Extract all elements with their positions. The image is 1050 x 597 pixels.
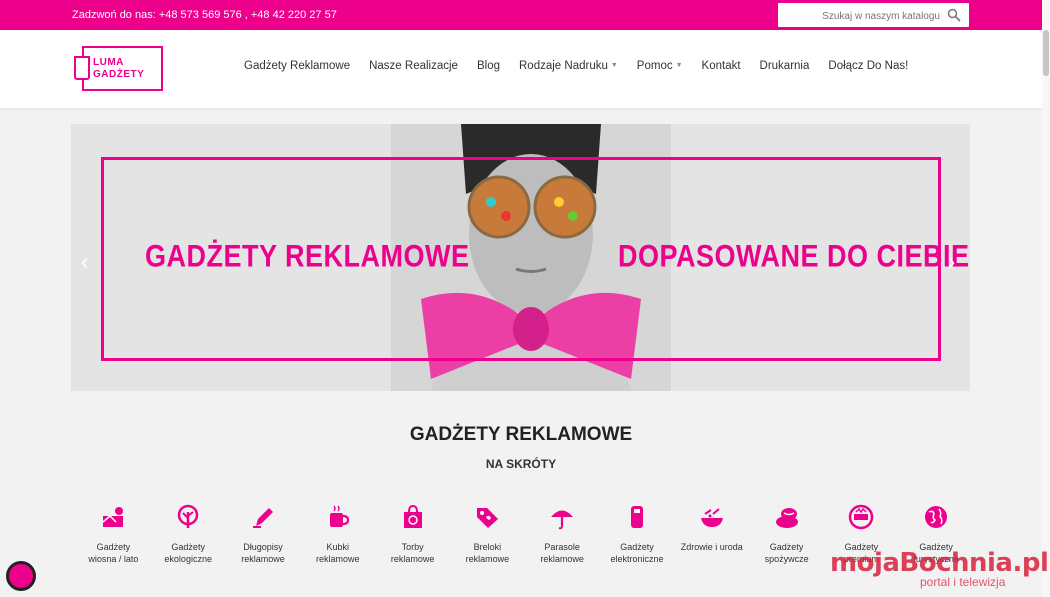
category-label-line1: Długopisy [243,542,283,552]
watermark: mojaBochnia.pl portal i telewizja [830,548,1049,594]
health-icon [700,508,723,527]
category-1[interactable]: Gadżety ekologiczne [151,504,226,565]
nav-item-1[interactable]: Nasze Realizacje [369,60,458,72]
watermark-tagline: portal i telewizja [920,575,1006,589]
category-4[interactable]: Torby reklamowe [375,504,450,565]
tree-icon [177,504,199,528]
category-label-line2: elektroniczne [610,554,664,564]
umbrella-icon [551,510,574,530]
slider-next-button[interactable]: › [948,251,960,273]
nav-item-label: Dołącz Do Nas! [828,60,909,72]
category-label-line2: ekologiczne [164,554,212,564]
phone-info: Zadzwoń do nas: +48 573 569 576 , +48 42… [72,9,337,21]
tag-icon [477,508,499,528]
usb-icon [630,506,643,528]
category-label-line1: Torby [401,542,424,552]
search-input[interactable] [788,7,942,25]
hero-slider: GADŻETY REKLAMOWE DOPASOWANE DO CIEBIE ‹… [71,124,970,391]
category-9[interactable]: Gadżety spożywcze [749,504,824,565]
category-label-line2: reklamowe [241,554,285,564]
nav-item-4[interactable]: Pomoc ▼ [637,60,683,72]
nav-item-6[interactable]: Drukarnia [760,60,810,72]
summer-icon [102,507,124,527]
nav-item-label: Pomoc [636,60,673,72]
mug-icon [329,505,349,527]
nav-item-label: Drukarnia [759,60,810,72]
logo-text-line2: GADŻETY [93,69,145,80]
chevron-down-icon: ▼ [675,62,683,70]
nav-item-2[interactable]: Blog [477,60,500,72]
category-label-line1: Gadżety [171,542,205,552]
category-0[interactable]: Gadżety wiosna / lato [76,504,151,565]
category-2[interactable]: Długopisy reklamowe [226,504,301,565]
logo[interactable]: LUMA GADŻETY [72,46,163,91]
main-nav: Gadżety Reklamowe Nasze Realizacje Blog Rod… [244,60,908,72]
nav-item-7[interactable]: Dołącz Do Nas! [828,60,908,72]
category-label-line2: spożywcze [764,554,809,564]
nav-item-label: Rodzaje Nadruku [519,60,608,72]
logo-text-line1: LUMA [93,57,124,68]
scrollbar-thumb[interactable] [1043,30,1049,76]
category-label-line2: reklamowe [540,554,584,564]
search-box[interactable] [778,3,969,27]
hero-text-right: DOPASOWANE DO CIEBIE [618,238,970,274]
globe-icon [925,506,948,528]
category-5[interactable]: Breloki reklamowe [450,504,525,565]
category-label-line1: Breloki [473,542,502,552]
header: LUMA GADŻETY Gadżety Reklamowe Nasze Real… [0,30,1042,108]
hero-text-left: GADŻETY REKLAMOWE [145,238,470,274]
category-7[interactable]: Gadżety elektroniczne [600,504,675,565]
category-label-line1: Kubki [326,542,350,552]
category-8[interactable]: Zdrowie i uroda [674,504,749,565]
cookie-settings-button[interactable] [6,561,36,591]
food-icon [775,508,798,528]
category-3[interactable]: Kubki reklamowe [300,504,375,565]
category-label-line1: Parasole [544,542,580,552]
section-subtitle: NA SKRÓTY [485,457,557,471]
nav-item-3[interactable]: Rodzaje Nadruku ▼ [519,60,618,72]
logo-cup-icon [74,56,90,80]
category-label-line1: Zdrowie i uroda [680,542,743,552]
nav-item-0[interactable]: Gadżety Reklamowe [244,60,350,72]
category-label-line1: Gadżety [96,542,131,552]
category-label-line1: Gadżety [769,542,804,552]
category-label-line2: reklamowe [390,554,435,564]
category-label-line2: reklamowe [465,554,510,564]
section-title: GADŻETY REKLAMOWE [409,424,633,445]
category-label-line2: reklamowe [316,554,360,564]
top-bar: Zadzwoń do nas: +48 573 569 576 , +48 42… [0,0,1042,30]
bag-icon [403,504,422,528]
nav-item-label: Nasze Realizacje [369,60,458,72]
category-label-line1: Gadżety [620,542,654,552]
nav-item-label: Kontakt [701,60,741,72]
nav-item-5[interactable]: Kontakt [702,60,741,72]
nav-item-label: Gadżety Reklamowe [244,60,351,72]
watermark-brand: mojaBochnia.pl [830,548,1049,578]
slider-prev-button[interactable]: ‹ [81,251,93,273]
pen-icon [252,508,273,528]
scrollbar[interactable] [1042,0,1050,597]
nav-item-label: Blog [476,60,500,72]
category-label-line2: wiosna / lato [88,554,139,564]
search-icon[interactable] [947,8,961,22]
premium-icon [849,504,874,530]
category-6[interactable]: Parasole reklamowe [525,504,600,565]
chevron-down-icon: ▼ [610,62,618,70]
